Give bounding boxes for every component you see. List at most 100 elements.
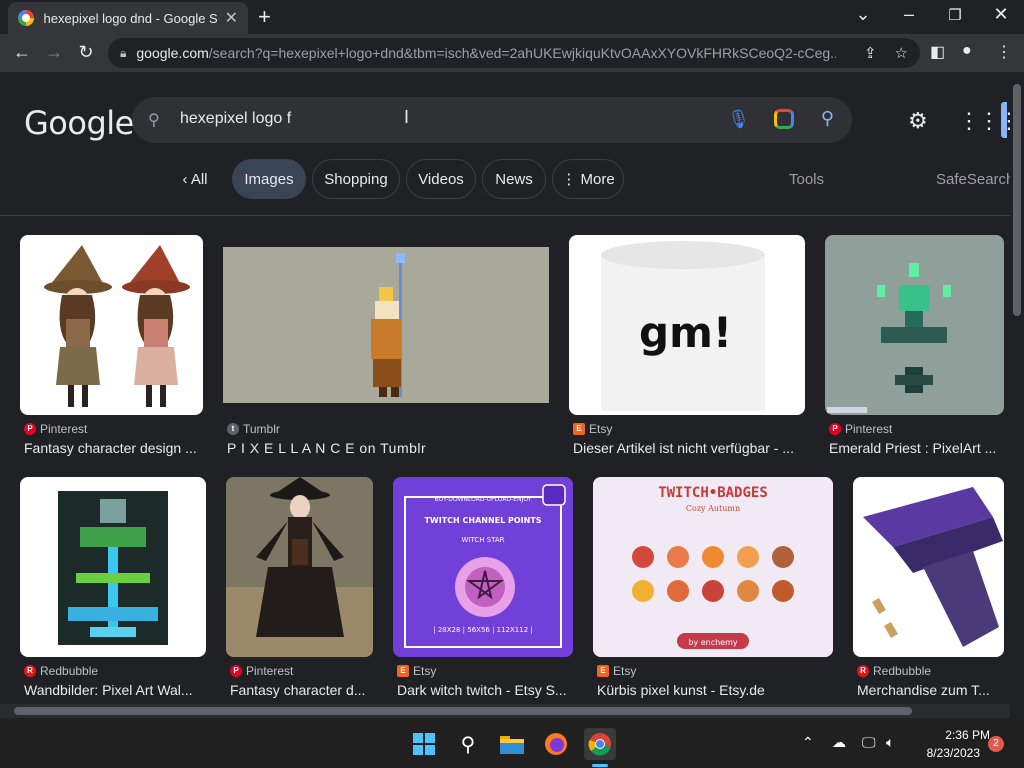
result-title[interactable]: Emerald Priest : PixelArt ... xyxy=(829,440,1003,456)
twitch-sub-text: WITCH STAR xyxy=(461,536,504,544)
chip-images[interactable]: Images xyxy=(232,159,306,199)
badges-by-text: by enchemy xyxy=(688,638,738,647)
result-thumbnail[interactable] xyxy=(223,247,549,403)
image-result[interactable]: R Redbubble Merchandise zum T... xyxy=(853,477,1005,704)
search-icon: ⚲ xyxy=(148,112,160,129)
result-title[interactable]: Kürbis pixel kunst - Etsy.de xyxy=(597,682,833,698)
image-result[interactable]: R Redbubble Wandbilder: Pixel Art Wal... xyxy=(20,477,207,704)
result-source[interactable]: E Etsy xyxy=(573,422,612,436)
vertical-scroll-thumb[interactable] xyxy=(1013,84,1021,316)
search-input[interactable]: hexepixel logo f xyxy=(180,110,291,128)
image-result[interactable]: BUY-DOWNLOAD-UPLOAD-ENJOY TWITCH CHANNEL… xyxy=(393,477,574,704)
firefox-icon[interactable] xyxy=(540,728,572,760)
result-source[interactable]: R Redbubble xyxy=(857,664,931,678)
result-title[interactable]: Fantasy character design ... xyxy=(24,440,204,456)
result-title[interactable]: Dark witch twitch - Etsy S... xyxy=(397,682,573,698)
twitch-channel-points-image: BUY-DOWNLOAD-UPLOAD-ENJOY TWITCH CHANNEL… xyxy=(393,477,573,657)
image-result[interactable]: t Tumblr P I X E L L A N C E on Tumblr xyxy=(223,235,550,465)
pinterest-icon: P xyxy=(24,423,36,435)
side-panel-icon[interactable]: ◧ xyxy=(930,42,945,62)
clock-date[interactable]: 8/23/2023 xyxy=(916,746,980,760)
redbubble-icon: R xyxy=(857,665,869,677)
restore-button[interactable]: ❐ xyxy=(940,6,970,24)
image-result[interactable]: P Pinterest Fantasy character d... xyxy=(226,477,374,704)
notification-badge[interactable]: 2 xyxy=(988,736,1004,752)
reload-icon[interactable]: ↻ xyxy=(74,42,98,63)
show-hidden-icons-chevron-icon[interactable]: ⌃ xyxy=(802,734,814,751)
browser-toolbar: ← → ↻ 🔒︎ google.com/search?q=hexepixel+l… xyxy=(0,34,1024,72)
twitch-title-text: TWITCH CHANNEL POINTS xyxy=(424,516,541,525)
horizontal-scroll-thumb[interactable] xyxy=(14,707,912,715)
result-source[interactable]: R Redbubble xyxy=(24,664,98,678)
pixel-priest-image xyxy=(371,253,405,397)
google-logo[interactable]: Google xyxy=(24,104,134,142)
result-title[interactable]: Wandbilder: Pixel Art Wal... xyxy=(24,682,206,698)
result-thumbnail[interactable]: TWITCH•BADGES Cozy Autumn by enchemy xyxy=(593,477,833,657)
image-result[interactable]: TWITCH•BADGES Cozy Autumn by enchemy E Et… xyxy=(593,477,834,704)
result-title[interactable]: P I X E L L A N C E on Tumblr xyxy=(227,440,547,456)
vertical-scrollbar[interactable] xyxy=(1010,72,1024,704)
chip-shopping[interactable]: Shopping xyxy=(312,159,400,199)
tab-close-icon[interactable]: ✕ xyxy=(225,8,238,28)
search-box[interactable]: ⚲ hexepixel logo f I 🎙︎ ⚲ xyxy=(132,97,852,143)
result-source[interactable]: t Tumblr xyxy=(227,422,280,436)
share-icon[interactable]: ⇪ xyxy=(864,44,877,62)
image-result[interactable]: P Pinterest Emerald Priest : PixelArt ... xyxy=(825,235,1005,465)
result-title[interactable]: Merchandise zum T... xyxy=(857,682,1005,698)
bookmark-star-icon[interactable]: ☆ xyxy=(895,44,908,62)
etsy-icon: E xyxy=(573,423,585,435)
back-arrow-icon[interactable]: ← xyxy=(10,42,34,63)
result-thumbnail[interactable] xyxy=(226,477,373,657)
chrome-taskbar-button[interactable] xyxy=(584,728,616,760)
clock-time[interactable]: 2:36 PM xyxy=(930,728,990,742)
account-button[interactable] xyxy=(1001,102,1007,138)
chrome-menu-icon[interactable]: ⋮ xyxy=(996,42,1012,62)
apps-grid-icon[interactable]: ⋮⋮⋮ xyxy=(958,108,1020,134)
start-button[interactable] xyxy=(408,728,440,760)
minimize-button[interactable]: – xyxy=(894,4,924,25)
tab-search-icon[interactable]: ⌄ xyxy=(848,4,878,25)
close-window-button[interactable]: ✕ xyxy=(986,4,1016,25)
result-thumbnail[interactable] xyxy=(853,477,1004,657)
text-cursor-icon: I xyxy=(404,107,410,127)
browser-tab[interactable]: hexepixel logo dnd - Google Search ✕ xyxy=(8,2,248,34)
safesearch-button[interactable]: SafeSearch xyxy=(936,171,1014,188)
horizontal-scrollbar[interactable] xyxy=(0,704,1010,718)
google-lens-icon[interactable] xyxy=(774,109,794,129)
tools-button[interactable]: Tools xyxy=(789,171,824,188)
pinterest-icon: P xyxy=(230,665,242,677)
settings-gear-icon[interactable]: ⚙ xyxy=(908,108,928,134)
result-source[interactable]: E Etsy xyxy=(597,664,636,678)
volume-icon[interactable]: 🔈︎ xyxy=(886,734,894,751)
forward-arrow-icon[interactable]: → xyxy=(42,42,66,63)
onedrive-cloud-icon[interactable]: ☁ xyxy=(832,734,846,751)
taskbar-search-icon[interactable]: ⚲ xyxy=(452,728,484,760)
chip-news[interactable]: News xyxy=(482,159,546,199)
address-bar[interactable]: 🔒︎ google.com/search?q=hexepixel+logo+dn… xyxy=(108,38,920,68)
chip-videos[interactable]: Videos xyxy=(406,159,476,199)
result-thumbnail[interactable]: BUY-DOWNLOAD-UPLOAD-ENJOY TWITCH CHANNEL… xyxy=(393,477,573,657)
chip-more[interactable]: ⋮ More xyxy=(552,159,624,199)
result-source[interactable]: P Pinterest xyxy=(829,422,892,436)
result-source[interactable]: P Pinterest xyxy=(230,664,293,678)
result-thumbnail[interactable] xyxy=(20,235,203,415)
etsy-icon: E xyxy=(597,665,609,677)
result-thumbnail[interactable] xyxy=(20,477,206,657)
image-result[interactable]: gm! E Etsy Dieser Artikel ist nicht verfü… xyxy=(569,235,806,465)
result-thumbnail[interactable]: gm! xyxy=(569,235,805,415)
result-source[interactable]: P Pinterest xyxy=(24,422,87,436)
windows-logo-icon xyxy=(413,733,435,755)
chip-all[interactable]: ‹ All xyxy=(166,159,224,199)
network-icon[interactable]: 🖵︎ xyxy=(862,734,876,751)
result-source[interactable]: E Etsy xyxy=(397,664,436,678)
microphone-icon[interactable]: 🎙︎ xyxy=(727,109,750,130)
result-title[interactable]: Dieser Artikel ist nicht verfügbar - ... xyxy=(573,440,805,456)
result-title[interactable]: Fantasy character d... xyxy=(230,682,374,698)
header-divider xyxy=(0,215,1024,216)
file-explorer-icon[interactable] xyxy=(496,728,528,760)
result-thumbnail[interactable] xyxy=(825,235,1004,415)
image-result[interactable]: P Pinterest Fantasy character design ... xyxy=(20,235,204,465)
search-submit-icon[interactable]: ⚲ xyxy=(821,108,834,129)
profile-icon[interactable]: ● xyxy=(962,42,972,60)
new-tab-button[interactable]: + xyxy=(258,6,271,28)
